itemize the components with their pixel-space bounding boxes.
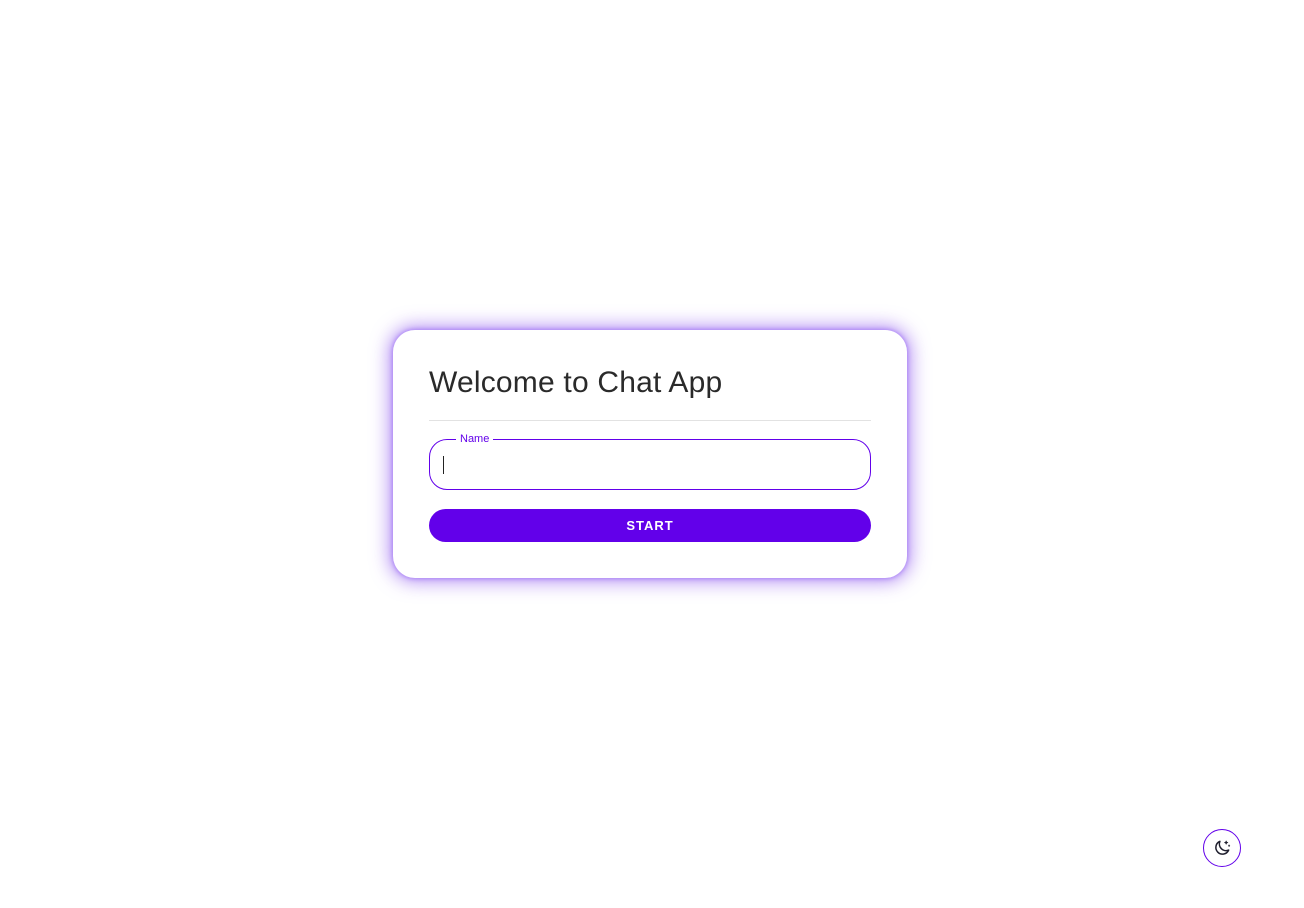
name-field[interactable]: Name xyxy=(429,432,871,490)
page: Welcome to Chat App Name START xyxy=(0,0,1304,908)
start-button[interactable]: START xyxy=(429,509,871,542)
welcome-card: Welcome to Chat App Name START xyxy=(393,330,907,578)
name-input[interactable] xyxy=(443,440,863,489)
theme-toggle-button[interactable] xyxy=(1203,829,1241,867)
text-caret xyxy=(443,456,444,474)
page-title: Welcome to Chat App xyxy=(429,366,723,399)
divider xyxy=(429,420,871,421)
moon-stars-icon xyxy=(1215,840,1231,855)
